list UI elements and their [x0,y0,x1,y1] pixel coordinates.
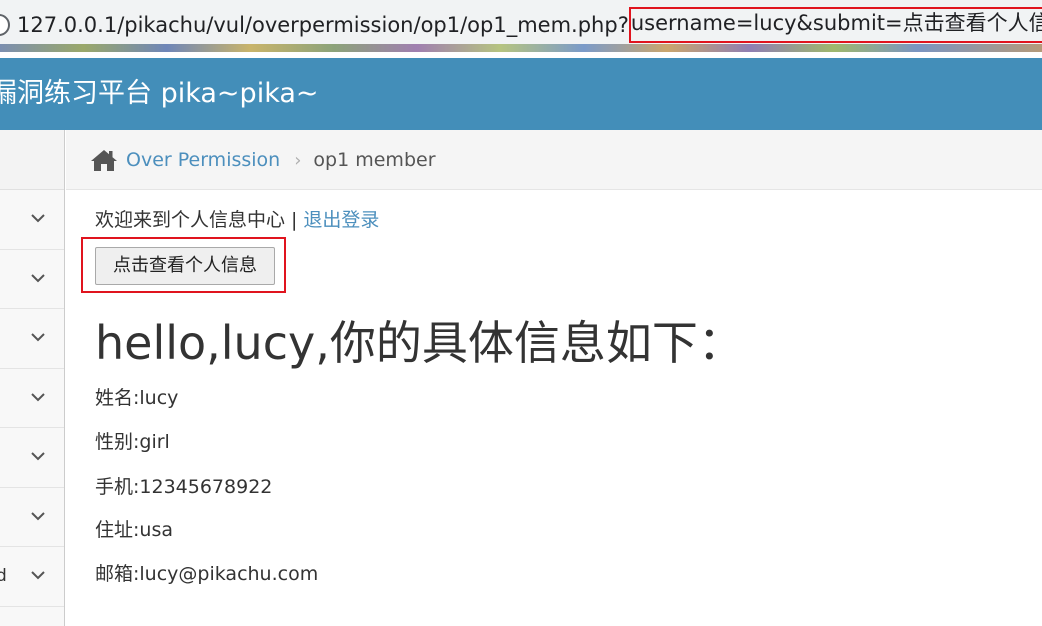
info-address: 住址:usa [95,519,173,541]
sidebar-item-5[interactable] [0,428,64,488]
sidebar-item-1[interactable] [0,190,64,250]
sidebar-item-6[interactable] [0,487,64,547]
chevron-down-icon [31,512,45,521]
home-icon[interactable] [90,148,118,172]
breadcrumb: Over Permission › op1 member [90,130,436,190]
url-base: 127.0.0.1/pikachu/vul/overpermission/op1… [17,13,629,37]
chevron-down-icon [31,393,45,402]
logout-link[interactable]: 退出登录 [303,209,379,231]
sidebar-item-2[interactable] [0,249,64,309]
sidebar-item-4[interactable] [0,368,64,428]
breadcrumb-bar: Over Permission › op1 member [66,130,1042,190]
url-query-highlight: username=lucy&submit=点击查看个人信息 [628,7,1042,43]
sidebar: d [0,130,65,626]
url-query: username=lucy&submit=点击查看个人信息 [630,11,1042,35]
sidebar-item-label: d [0,566,7,587]
welcome-line: 欢迎来到个人信息中心 | 退出登录 [95,205,379,232]
chevron-down-icon [31,274,45,283]
site-title[interactable]: 漏洞练习平台 pika~pika~ [0,58,319,130]
page-banner-art [0,44,1042,52]
info-email: 邮箱:lucy@pikachu.com [95,563,319,585]
chevron-down-icon [31,214,45,223]
info-phone: 手机:12345678922 [95,476,273,498]
chevron-down-icon [31,452,45,461]
chevron-down-icon [31,333,45,342]
sidebar-item-7[interactable]: d [0,547,64,607]
url-field[interactable]: 127.0.0.1/pikachu/vul/overpermission/op1… [17,7,1042,43]
chevron-down-icon [31,571,45,580]
breadcrumb-separator-icon: › [294,149,302,171]
breadcrumb-current: op1 member [313,149,436,171]
site-header: 漏洞练习平台 pika~pika~ [0,58,1042,130]
sidebar-shortcuts [0,130,64,190]
site-info-icon[interactable] [0,14,10,36]
browser-address-bar: 127.0.0.1/pikachu/vul/overpermission/op1… [0,0,1042,52]
info-name: 姓名:lucy [95,387,179,409]
welcome-divider: | [291,209,298,231]
sidebar-item-3[interactable] [0,309,64,369]
info-gender: 性别:girl [95,431,170,453]
view-info-button[interactable]: 点击查看个人信息 [95,247,275,285]
breadcrumb-link-over-permission[interactable]: Over Permission [126,149,280,171]
welcome-text: 欢迎来到个人信息中心 [95,209,286,231]
info-title: hello,lucy,你的具体信息如下： [95,316,744,370]
